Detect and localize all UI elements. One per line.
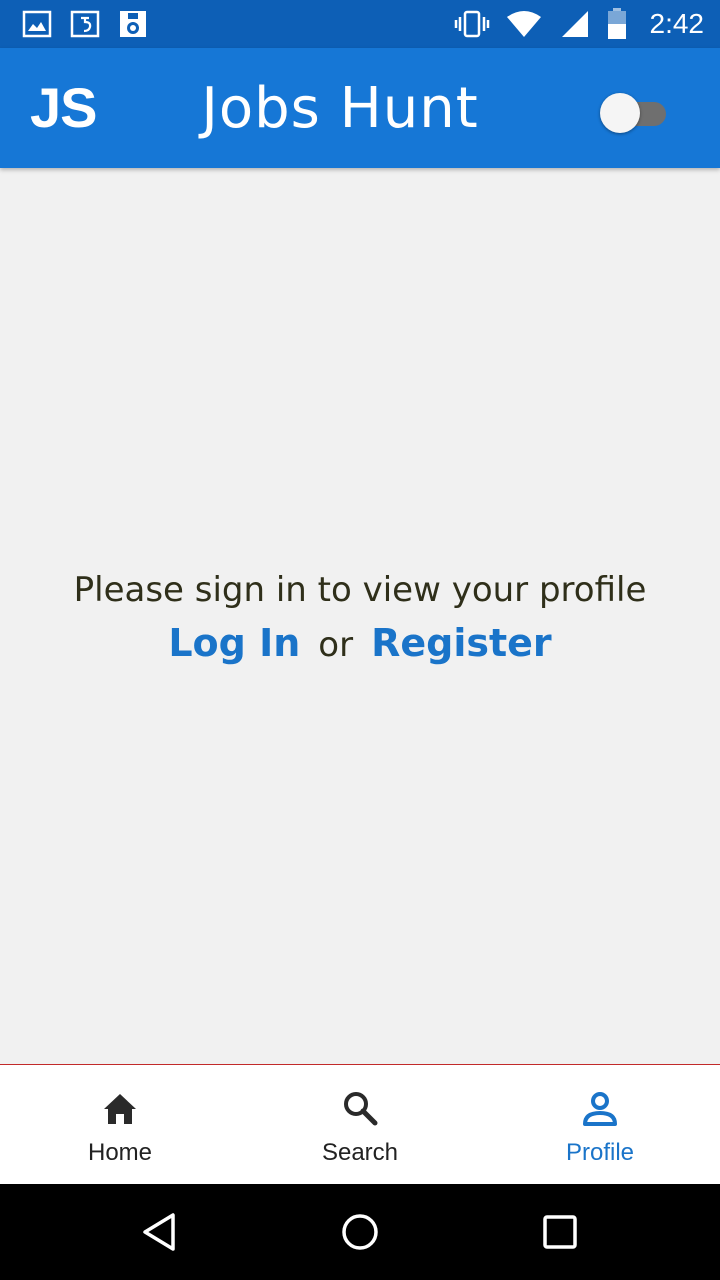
- nav-label-profile: Profile: [565, 1139, 635, 1166]
- nav-item-home[interactable]: Home: [0, 1065, 240, 1185]
- status-bar: 2:42: [0, 0, 720, 48]
- signin-message: Please sign in to view your profile: [73, 570, 647, 610]
- nav-label-home: Home: [87, 1139, 153, 1166]
- search-icon: [344, 1092, 378, 1126]
- or-text: or: [318, 625, 354, 665]
- profile-icon: [583, 1092, 617, 1126]
- back-icon[interactable]: [140, 1212, 180, 1252]
- register-link[interactable]: Register: [371, 621, 552, 665]
- nav-item-search[interactable]: Search: [240, 1065, 480, 1185]
- battery-icon: [607, 8, 626, 39]
- signin-actions: Log In or Register: [0, 616, 720, 678]
- home-button-icon[interactable]: [340, 1212, 380, 1252]
- cell-signal-icon: [561, 11, 588, 37]
- system-nav-bar: [0, 1184, 720, 1280]
- login-link[interactable]: Log In: [168, 621, 300, 665]
- recents-icon[interactable]: [540, 1212, 580, 1252]
- image-notification-icon: [22, 10, 52, 38]
- clock: 2:42: [649, 8, 705, 39]
- text-notification-icon: [70, 10, 100, 38]
- page-title: Jobs Hunt: [201, 76, 479, 141]
- vibrate-icon: [454, 10, 489, 38]
- profile-content: Please sign in to view your profile Log …: [0, 168, 720, 1064]
- bottom-nav: Home Search Profile: [0, 1064, 720, 1185]
- system-status-icons: 2:42: [454, 8, 705, 40]
- app-bar: JS Jobs Hunt: [0, 48, 720, 168]
- app-notification-icon: [120, 11, 146, 37]
- theme-toggle[interactable]: [600, 90, 668, 133]
- nav-item-profile[interactable]: Profile: [480, 1065, 720, 1185]
- toggle-knob: [600, 93, 640, 133]
- nav-label-search: Search: [321, 1139, 399, 1166]
- notification-icons: [22, 9, 148, 39]
- wifi-icon: [506, 11, 541, 37]
- home-icon: [104, 1094, 136, 1124]
